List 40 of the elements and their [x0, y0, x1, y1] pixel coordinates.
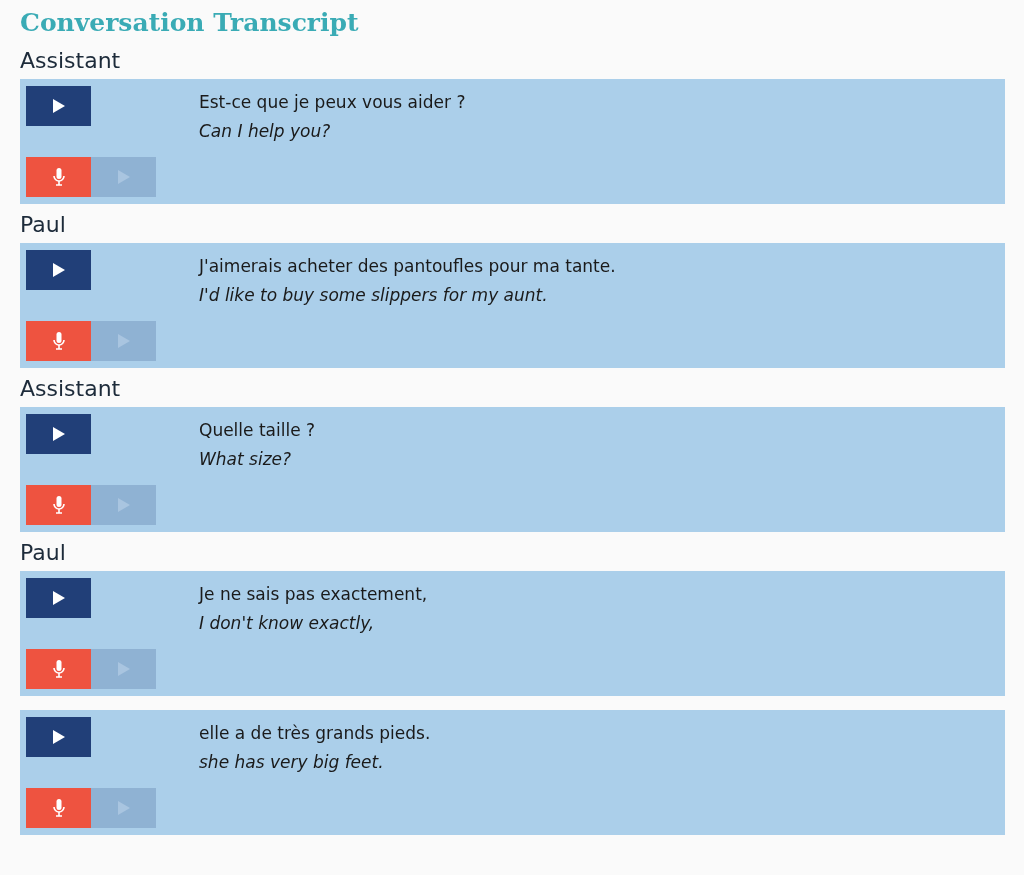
play-icon: [117, 498, 130, 512]
play-icon: [117, 170, 130, 184]
microphone-icon: [52, 660, 65, 678]
record-button[interactable]: [26, 485, 91, 525]
play-button[interactable]: [26, 250, 91, 290]
play-button[interactable]: [26, 86, 91, 126]
speaker-name: Paul: [20, 539, 67, 567]
french-text: Quelle taille ?: [199, 419, 316, 442]
speaker-name: Paul: [20, 211, 67, 239]
play-icon: [52, 591, 65, 605]
record-button[interactable]: [26, 788, 91, 828]
french-text: elle a de très grands pieds.: [199, 722, 431, 745]
play-button[interactable]: [26, 717, 91, 757]
play-icon: [52, 99, 65, 113]
speaker-name: Assistant: [20, 375, 122, 403]
french-text: Est-ce que je peux vous aider ?: [199, 91, 466, 114]
record-button[interactable]: [26, 321, 91, 361]
play-button[interactable]: [26, 414, 91, 454]
play-icon: [52, 263, 65, 277]
english-translation: What size?: [199, 448, 293, 471]
english-translation: I don't know exactly,: [199, 612, 376, 635]
english-translation: she has very big feet.: [199, 751, 385, 774]
play-icon: [117, 801, 130, 815]
french-text: J'aimerais acheter des pantoufles pour ma tante.: [199, 255, 616, 278]
play-icon: [52, 730, 65, 744]
microphone-icon: [52, 332, 65, 350]
english-translation: I'd like to buy some slippers for my aunt.: [199, 284, 549, 307]
microphone-icon: [52, 799, 65, 817]
play-button[interactable]: [26, 578, 91, 618]
play-icon: [117, 334, 130, 348]
record-button[interactable]: [26, 649, 91, 689]
english-translation: Can I help you?: [199, 120, 332, 143]
microphone-icon: [52, 496, 65, 514]
french-text: Je ne sais pas exactement,: [199, 583, 428, 606]
microphone-icon: [52, 168, 65, 186]
record-button[interactable]: [26, 157, 91, 197]
speaker-name: Assistant: [20, 47, 122, 75]
play-icon: [117, 662, 130, 676]
page-title: Conversation Transcript: [20, 7, 360, 39]
play-icon: [52, 427, 65, 441]
